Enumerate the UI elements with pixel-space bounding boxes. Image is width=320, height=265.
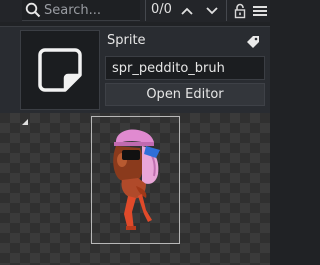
lock-icon <box>234 3 246 18</box>
sprite-preview-image <box>113 129 160 230</box>
search-icon[interactable] <box>25 2 41 18</box>
open-editor-button[interactable]: Open Editor <box>105 83 265 106</box>
lock-button[interactable] <box>229 1 251 20</box>
search-toolbar: 0/0 <box>0 0 270 22</box>
toolbar-divider <box>145 0 146 21</box>
chevron-down-icon <box>206 6 218 14</box>
previous-result-button[interactable] <box>176 1 198 20</box>
next-result-button[interactable] <box>201 1 223 20</box>
tag-icon[interactable] <box>246 35 260 49</box>
asset-name-field[interactable] <box>105 56 265 80</box>
sprite-thumbnail-icon <box>38 48 82 92</box>
search-input[interactable] <box>44 0 140 20</box>
chevron-up-icon <box>181 7 193 15</box>
sprite-thumbnail[interactable] <box>20 30 100 110</box>
toolbar-divider <box>226 0 227 21</box>
hamburger-menu-icon <box>253 5 267 16</box>
collapse-triangle-icon[interactable] <box>22 119 28 125</box>
menu-button[interactable] <box>249 1 271 20</box>
search-result-count: 0/0 <box>151 2 172 17</box>
asset-type-label: Sprite <box>107 33 146 48</box>
